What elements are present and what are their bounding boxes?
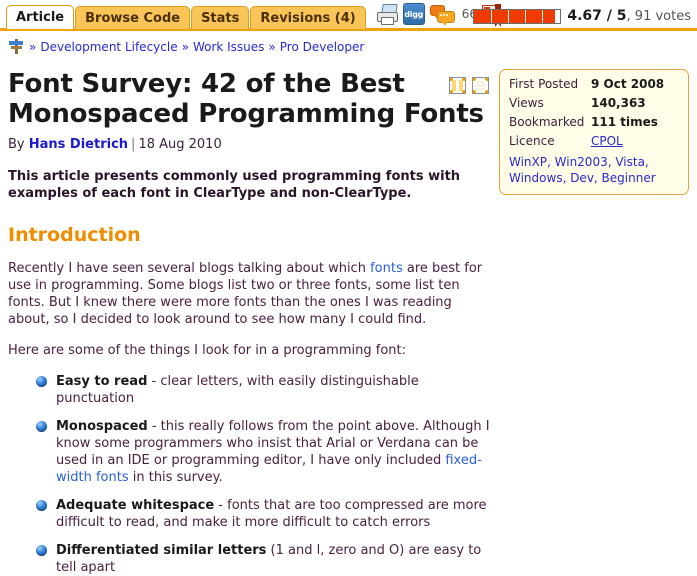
blue-sphere-bullet-icon xyxy=(36,376,47,387)
section-heading-introduction: Introduction xyxy=(8,224,141,246)
tab-browse-code[interactable]: Browse Code xyxy=(75,6,191,29)
feature-list: Easy to read - clear letters, with easil… xyxy=(8,373,493,576)
list-item-text-tail: in this survey. xyxy=(128,470,223,485)
printer-icon[interactable] xyxy=(376,4,398,25)
breadcrumb-separator: » xyxy=(268,39,276,54)
rating-bar[interactable] xyxy=(473,8,562,24)
info-row-first-posted: First Posted 9 Oct 2008 xyxy=(509,77,679,92)
breadcrumb-separator: » xyxy=(29,39,37,54)
tab-stats-label: Stats xyxy=(201,11,240,26)
rating-score: 4.67 / 5 xyxy=(567,8,627,24)
breadcrumb-item-pro-developer[interactable]: Pro Developer xyxy=(280,40,365,54)
single-column-view-icon[interactable] xyxy=(472,77,489,94)
tab-revisions[interactable]: Revisions (4) xyxy=(250,6,366,29)
info-tags[interactable]: WinXP, Win2003, Vista, Windows, Dev, Beg… xyxy=(509,154,679,186)
list-item-lead: Differentiated similar letters xyxy=(56,543,267,558)
byline-author-link[interactable]: Hans Dietrich xyxy=(29,137,128,152)
tab-browse-code-label: Browse Code xyxy=(85,11,181,26)
byline-by-label: By xyxy=(8,137,25,152)
byline-separator: | xyxy=(131,137,136,152)
paragraph-intro: Recently I have seen several blogs talki… xyxy=(8,260,493,328)
info-value-first-posted: 9 Oct 2008 xyxy=(591,77,665,91)
paragraph-list-lead: Here are some of the things I look for i… xyxy=(8,343,406,358)
blue-sphere-bullet-icon xyxy=(36,545,47,556)
two-column-view-icon[interactable] xyxy=(449,77,466,94)
info-value-bookmarked: 111 times xyxy=(591,115,658,129)
breadcrumb-separator: » xyxy=(181,39,189,54)
rating-widget: 4.67 / 5, 91 votes xyxy=(473,8,691,24)
article-info-box: First Posted 9 Oct 2008 Views 140,363 Bo… xyxy=(499,69,689,195)
info-value-views: 140,363 xyxy=(591,96,646,110)
tab-article-label: Article xyxy=(16,10,65,25)
byline: By Hans Dietrich | 18 Aug 2010 xyxy=(8,137,493,152)
signpost-icon xyxy=(8,38,25,55)
blue-sphere-bullet-icon xyxy=(36,500,47,511)
rating-text: 4.67 / 5, 91 votes xyxy=(567,8,691,24)
info-label-views: Views xyxy=(509,96,544,110)
byline-date: 18 Aug 2010 xyxy=(138,137,222,152)
info-label-licence: Licence xyxy=(509,134,555,148)
view-toggle-group xyxy=(449,77,489,94)
list-item: Easy to read - clear letters, with easil… xyxy=(36,373,493,407)
breadcrumb: » Development Lifecycle » Work Issues » … xyxy=(0,31,697,55)
list-item-lead: Easy to read xyxy=(56,374,148,389)
comments-icon[interactable] xyxy=(429,4,456,26)
tab-list: Article Browse Code Stats Revisions (4) xyxy=(0,4,367,29)
tab-article[interactable]: Article xyxy=(6,5,75,29)
paragraph-intro-text-1: Recently I have seen several blogs talki… xyxy=(8,261,371,276)
info-row-licence: Licence CPOL xyxy=(509,134,679,149)
digg-icon[interactable]: digg xyxy=(402,3,425,25)
info-row-views: Views 140,363 xyxy=(509,96,679,111)
list-item-lead: Adequate whitespace xyxy=(56,498,215,513)
page-title: Font Survey: 42 of the Best Monospaced P… xyxy=(8,69,484,129)
tab-stats[interactable]: Stats xyxy=(191,6,250,29)
list-item: Differentiated similar letters (1 and l,… xyxy=(36,542,493,576)
article-abstract: This article presents commonly used prog… xyxy=(8,169,461,201)
info-label-bookmarked: Bookmarked xyxy=(509,115,585,129)
list-item: Monospaced - this really follows from th… xyxy=(36,418,493,486)
list-item-lead: Monospaced xyxy=(56,419,148,434)
tab-revisions-label: Revisions (4) xyxy=(260,11,356,26)
info-label-first-posted: First Posted xyxy=(509,77,579,91)
rating-votes: , 91 votes xyxy=(626,9,691,24)
list-item: Adequate whitespace - fonts that are too… xyxy=(36,497,493,531)
blue-sphere-bullet-icon xyxy=(36,421,47,432)
digg-label: digg xyxy=(404,9,424,19)
breadcrumb-item-work-issues[interactable]: Work Issues xyxy=(193,40,264,54)
info-row-bookmarked: Bookmarked 111 times xyxy=(509,115,679,130)
tab-bar: Article Browse Code Stats Revisions (4) … xyxy=(0,0,697,31)
info-value-licence-link[interactable]: CPOL xyxy=(591,134,623,149)
fonts-link[interactable]: fonts xyxy=(370,261,403,276)
breadcrumb-item-development-lifecycle[interactable]: Development Lifecycle xyxy=(40,40,177,54)
